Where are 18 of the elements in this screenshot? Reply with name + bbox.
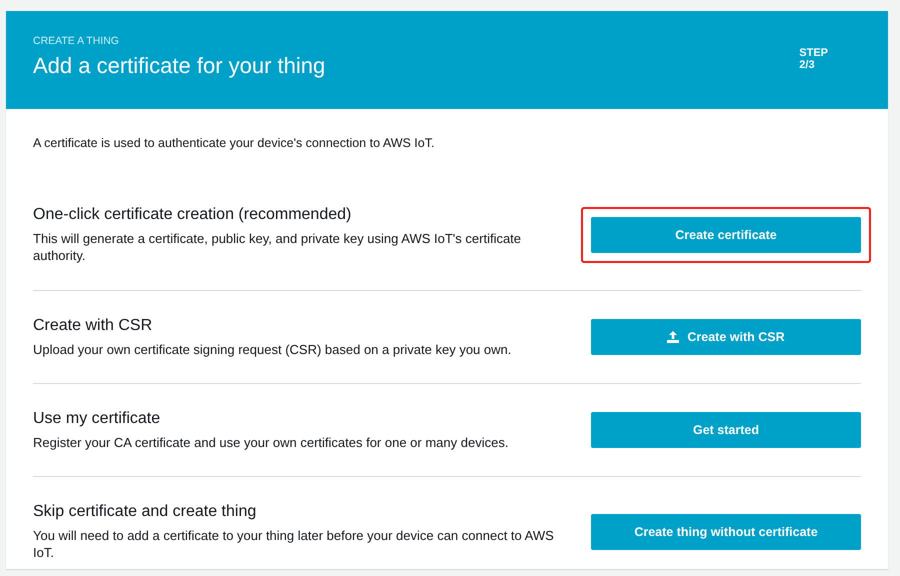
option-title: Skip certificate and create thing bbox=[33, 503, 258, 521]
page-title: Add a certificate for your thing bbox=[33, 53, 326, 79]
step-counter: 2/3 bbox=[799, 59, 816, 71]
option-description: You will need to add a certificate to your thing later before your device can connect to AWS IoT. bbox=[33, 527, 555, 561]
option-title: Use my certificate bbox=[33, 410, 162, 428]
option-title: Create with CSR bbox=[33, 316, 154, 334]
option-button[interactable]: Create with CSR bbox=[591, 319, 861, 355]
intro-text: A certificate is used to authenticate your device's connection to AWS IoT. bbox=[33, 135, 436, 152]
option-button[interactable]: Get started bbox=[591, 412, 861, 448]
option-description: Register your CA certificate and use your own certificates for one or many devices. bbox=[33, 434, 510, 450]
option-title: One-click certificate creation (recommended) bbox=[33, 206, 352, 224]
option-button[interactable]: Create certificate bbox=[591, 216, 861, 252]
step-label: STEP bbox=[799, 47, 828, 59]
option-button[interactable]: Create thing without certificate bbox=[591, 514, 861, 550]
option-description: This will generate a certificate, public key, and private key using AWS IoT's certificate authority. bbox=[33, 230, 522, 264]
upload-icon bbox=[667, 331, 680, 343]
option-description: Upload your own certificate signing request (CSR) based on a private key you own. bbox=[33, 340, 512, 358]
breadcrumb-label: CREATE A THING bbox=[33, 35, 120, 47]
